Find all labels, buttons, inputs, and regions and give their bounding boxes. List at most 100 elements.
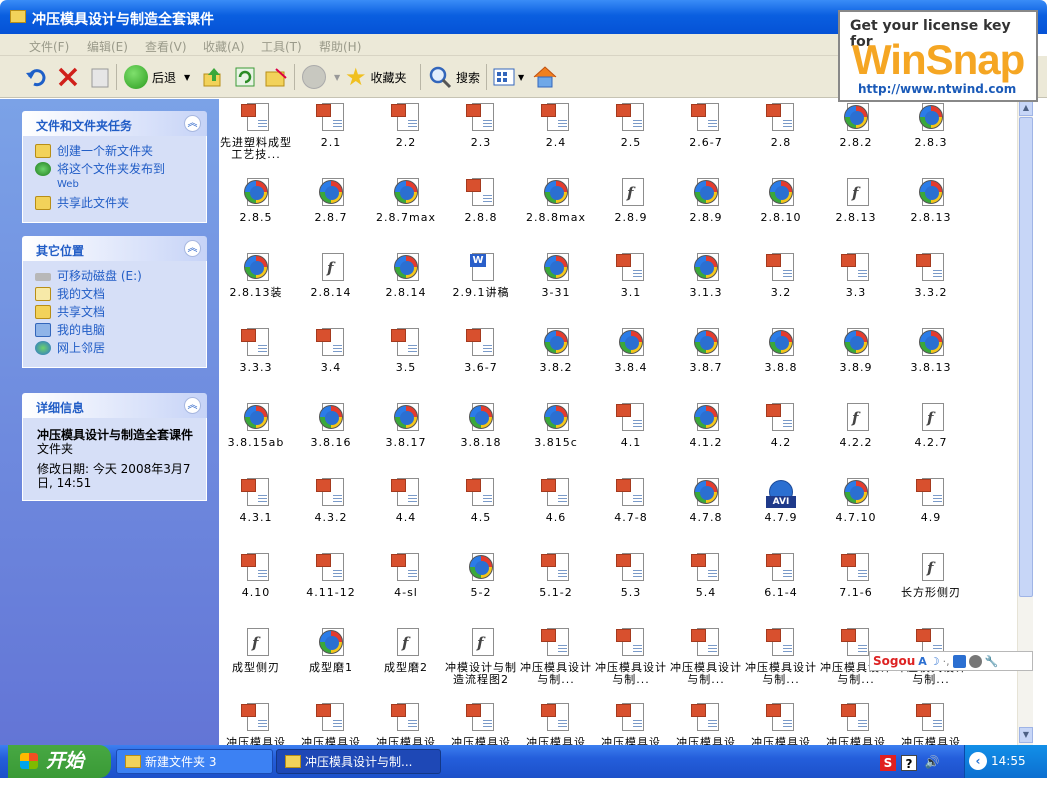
file-item[interactable]: 冲压模具设 — [444, 701, 518, 745]
file-item[interactable]: 2.1 — [294, 101, 368, 149]
file-item[interactable]: 3.8.13 — [894, 326, 968, 374]
file-item[interactable]: 冲压模具设 — [819, 701, 893, 745]
taskbar-item-current-folder[interactable]: 冲压模具设计与制... — [276, 749, 441, 774]
file-item[interactable]: 3.8.9 — [819, 326, 893, 374]
file-item[interactable]: 冲压模具设 — [519, 701, 593, 745]
file-item[interactable]: 2.3 — [444, 101, 518, 149]
file-item[interactable]: 4.10 — [219, 551, 293, 599]
file-item[interactable]: f 4.2.7 — [894, 401, 968, 449]
file-item[interactable]: 2.6-7 — [669, 101, 743, 149]
folders-button[interactable] — [264, 64, 288, 90]
file-item[interactable]: 冲压模具设 — [594, 701, 668, 745]
file-item[interactable]: 4.2 — [744, 401, 818, 449]
file-item[interactable]: 冲压模具设计与制... — [744, 626, 818, 686]
file-item[interactable]: 5.3 — [594, 551, 668, 599]
views-button[interactable]: ▼ — [492, 64, 524, 90]
file-item[interactable]: 2.8.8 — [444, 176, 518, 224]
file-item[interactable]: 3.8.2 — [519, 326, 593, 374]
file-item[interactable]: 3.8.4 — [594, 326, 668, 374]
menu-view[interactable]: 查看(V) — [145, 38, 187, 55]
scroll-up-arrow-icon[interactable]: ▲ — [1019, 100, 1033, 116]
file-item[interactable]: 2.8.7max — [369, 176, 443, 224]
file-item[interactable]: 3.3 — [819, 251, 893, 299]
file-item[interactable]: 冲压模具设 — [219, 701, 293, 745]
file-item[interactable]: 2.8.8max — [519, 176, 593, 224]
file-item[interactable]: 先进塑料成型工艺技... — [219, 101, 293, 161]
search-button[interactable]: 搜索 — [428, 64, 480, 90]
network-places-link[interactable]: 网上邻居 — [35, 341, 206, 355]
back-button[interactable]: 后退 ▼ — [124, 64, 190, 90]
menu-file[interactable]: 文件(F) — [29, 38, 69, 55]
file-item[interactable]: 3.8.17 — [369, 401, 443, 449]
file-item[interactable]: 4.1.2 — [669, 401, 743, 449]
removable-disk-link[interactable]: 可移动磁盘 (E:) — [35, 269, 206, 283]
file-item[interactable]: 3.1 — [594, 251, 668, 299]
file-item[interactable]: 5.1-2 — [519, 551, 593, 599]
menu-edit[interactable]: 编辑(E) — [87, 38, 128, 55]
file-item[interactable]: 3.8.7 — [669, 326, 743, 374]
undo-button[interactable] — [24, 64, 48, 90]
file-item[interactable]: 7.1-6 — [819, 551, 893, 599]
scroll-down-arrow-icon[interactable]: ▼ — [1019, 727, 1033, 743]
file-item[interactable]: 2.8.3 — [894, 101, 968, 149]
panel-header[interactable]: 其它位置 ︽ — [22, 236, 207, 261]
file-item[interactable]: 4.7.10 — [819, 476, 893, 524]
moon-icon[interactable]: ☽ — [930, 655, 940, 668]
expand-tray-icon[interactable]: ‹ — [969, 752, 987, 770]
forward-button[interactable]: ▼ — [302, 64, 340, 90]
file-item[interactable]: 2.8.9 — [669, 176, 743, 224]
file-item[interactable]: 4.3.2 — [294, 476, 368, 524]
file-item[interactable]: f 2.8.9 — [594, 176, 668, 224]
sogou-ime-bar[interactable]: Sogou A ☽ ·, 🔧 — [869, 651, 1033, 671]
keyboard-icon[interactable] — [952, 654, 966, 668]
file-item[interactable]: 冲压模具设 — [294, 701, 368, 745]
file-item[interactable]: 2.8.5 — [219, 176, 293, 224]
file-item[interactable]: 2.8.10 — [744, 176, 818, 224]
file-item[interactable]: 2.8.14 — [369, 251, 443, 299]
file-item[interactable]: f 4.2.2 — [819, 401, 893, 449]
file-item[interactable]: 冲压模具设计与制... — [594, 626, 668, 686]
collapse-icon[interactable]: ︽ — [184, 397, 201, 414]
file-item[interactable]: 4.3.1 — [219, 476, 293, 524]
menu-help[interactable]: 帮助(H) — [319, 38, 361, 55]
file-item[interactable]: 冲压模具设 — [369, 701, 443, 745]
file-item[interactable]: 2.2 — [369, 101, 443, 149]
collapse-icon[interactable]: ︽ — [184, 240, 201, 257]
clock[interactable]: 14:55 — [991, 754, 1026, 768]
my-computer-link[interactable]: 我的电脑 — [35, 323, 206, 337]
file-item[interactable]: 3.8.16 — [294, 401, 368, 449]
scroll-thumb[interactable] — [1019, 117, 1033, 597]
publish-web-link[interactable]: 将这个文件夹发布到 Web — [35, 162, 206, 192]
file-item[interactable]: 4.7.8 — [669, 476, 743, 524]
refresh-button[interactable] — [234, 64, 256, 90]
file-item[interactable]: W 2.9.1讲稿 — [444, 251, 518, 299]
file-item[interactable]: 4.11-12 — [294, 551, 368, 599]
up-folder-button[interactable] — [202, 64, 224, 90]
file-item[interactable]: 2.8.13装 — [219, 251, 293, 299]
file-item[interactable]: 冲压模具设 — [744, 701, 818, 745]
help-tray-icon[interactable]: ? — [901, 755, 917, 771]
speaker-icon[interactable]: 🔊 — [924, 755, 940, 771]
file-item[interactable]: 4.7-8 — [594, 476, 668, 524]
file-item[interactable]: 2.8.7 — [294, 176, 368, 224]
file-item[interactable]: 6.1-4 — [744, 551, 818, 599]
properties-button[interactable] — [88, 64, 112, 90]
file-item[interactable]: 5.4 — [669, 551, 743, 599]
file-item[interactable]: 3.815c — [519, 401, 593, 449]
my-documents-link[interactable]: 我的文档 — [35, 287, 206, 301]
file-item[interactable]: 冲压模具设 — [669, 701, 743, 745]
file-item[interactable]: f 2.8.13 — [819, 176, 893, 224]
collapse-icon[interactable]: ︽ — [184, 115, 201, 132]
skin-icon[interactable] — [968, 654, 982, 668]
panel-header[interactable]: 详细信息 ︽ — [22, 393, 207, 418]
wrench-icon[interactable]: 🔧 — [985, 655, 999, 668]
file-item[interactable]: 3.6-7 — [444, 326, 518, 374]
share-folder-link[interactable]: 共享此文件夹 — [35, 196, 206, 210]
file-item[interactable]: 3.1.3 — [669, 251, 743, 299]
file-item[interactable]: f 成型侧刃 — [219, 626, 293, 674]
menu-tools[interactable]: 工具(T) — [261, 38, 302, 55]
taskbar-item-new-folder[interactable]: 新建文件夹 3 — [116, 749, 273, 774]
file-item[interactable]: 冲压模具设计与制... — [519, 626, 593, 686]
file-item[interactable]: 4.5 — [444, 476, 518, 524]
file-item[interactable]: 3.3.2 — [894, 251, 968, 299]
